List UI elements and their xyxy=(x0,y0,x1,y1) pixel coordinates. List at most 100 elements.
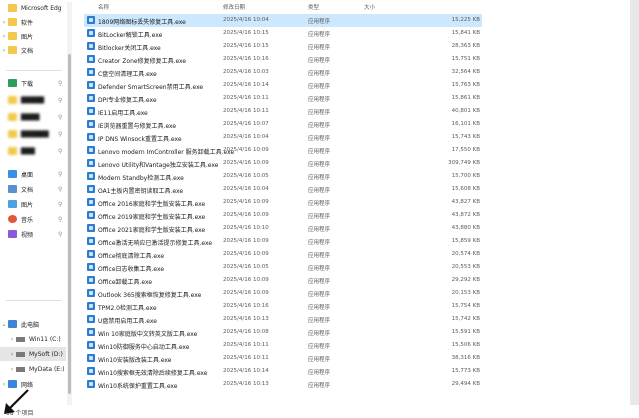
chevron-right-icon[interactable]: › xyxy=(8,366,16,373)
file-row[interactable]: IP DNS Winsock重置工具.exe 2025/4/16 10:04 应用程… xyxy=(84,131,482,144)
exe-file-icon xyxy=(87,315,95,323)
divider xyxy=(6,300,62,301)
file-type: 应用程序 xyxy=(308,227,331,233)
file-row[interactable]: DPI专业修复工具.exe 2025/4/16 10:11 应用程序 15,861 K… xyxy=(84,92,482,105)
scrollbar-thumb[interactable] xyxy=(68,54,71,394)
pin-icon: ⚲ xyxy=(58,200,63,208)
sidebar-item-label: 视频 xyxy=(21,231,34,239)
file-row[interactable]: C盘空间清理工具.exe 2025/4/16 10:03 应用程序 32,564 KB xyxy=(84,66,482,79)
file-row[interactable]: 1809网络图标丢失修复工具.exe 2025/4/16 10:04 应用程序 15,… xyxy=(84,14,482,27)
file-row[interactable]: Modern Standby检测工具.exe 2025/4/16 10:05 应用程… xyxy=(84,170,482,183)
file-row[interactable]: Office 2021家庭和学生版安装工具.exe 2025/4/16 10:10… xyxy=(84,222,482,235)
sidebar-item-desktop[interactable]: 桌面 ⚲ xyxy=(0,167,66,181)
sidebar-item-drive-e[interactable]: › MyData (E:) xyxy=(0,362,66,376)
file-row[interactable]: Office激活无响应已激活提示修复工具.exe 2025/4/16 10:09 应… xyxy=(84,235,482,248)
sidebar-item-blurred[interactable]: █████ ⚲ xyxy=(0,93,66,107)
pin-icon: ⚲ xyxy=(58,147,63,155)
file-size: 309,749 KB xyxy=(448,160,480,166)
sidebar-item-folder-3[interactable]: › 文档 xyxy=(0,43,66,57)
chevron-right-icon[interactable]: › xyxy=(8,351,16,358)
sidebar-item-drive-d[interactable]: › MySoft (D:) xyxy=(0,347,66,361)
file-name: Defender SmartScreen禁用工具.exe xyxy=(98,84,204,91)
chevron-right-icon[interactable]: › xyxy=(0,33,8,40)
file-date: 2025/4/16 10:09 xyxy=(223,290,269,296)
file-row[interactable]: Win 10家庭版中文转英文版工具.exe 2025/4/16 10:08 应用程序… xyxy=(84,326,482,339)
file-row[interactable]: U盘禁用启用工具.exe 2025/4/16 10:13 应用程序 15,742 KB xyxy=(84,313,482,326)
sidebar-item-label: 下载 xyxy=(21,80,34,88)
file-date: 2025/4/16 10:05 xyxy=(223,264,269,270)
file-row[interactable]: Win10系统保护重置工具.exe 2025/4/16 10:13 应用程序 29,4… xyxy=(84,378,482,391)
sidebar-item-folder-2[interactable]: › 图片 xyxy=(0,29,66,43)
sidebar-item-this-pc[interactable]: ⌄ 此电脑 xyxy=(0,317,66,331)
exe-file-icon xyxy=(87,146,95,154)
file-name: IE浏览器重置与修复工具.exe xyxy=(98,123,177,130)
column-header-date[interactable]: 修改日期 xyxy=(223,3,245,11)
chevron-right-icon[interactable]: › xyxy=(0,381,8,388)
sidebar-item-downloads[interactable]: 下载 ⚲ xyxy=(0,76,66,90)
file-row[interactable]: Office 2019家庭和学生版安装工具.exe 2025/4/16 10:09… xyxy=(84,209,482,222)
file-type: 应用程序 xyxy=(308,136,331,142)
column-headers: 名称 修改日期 类型 大小 xyxy=(74,0,639,13)
chevron-down-icon[interactable]: ⌄ xyxy=(0,321,8,328)
file-date: 2025/4/16 10:16 xyxy=(223,303,269,309)
file-row[interactable]: Outlook 365搜索框恢复修复工具.exe 2025/4/16 10:09 应… xyxy=(84,287,482,300)
sidebar-item-blurred[interactable]: ██████ ⚲ xyxy=(0,127,66,141)
exe-file-icon xyxy=(87,198,95,206)
file-row[interactable]: Office 2016家庭和学生版安装工具.exe 2025/4/16 10:09… xyxy=(84,196,482,209)
file-name: IP DNS Winsock重置工具.exe xyxy=(98,136,182,143)
file-row[interactable]: Win10搜索框无效清除后续修复工具.exe 2025/4/16 10:14 应用程… xyxy=(84,365,482,378)
column-header-size[interactable]: 大小 xyxy=(364,3,375,11)
sidebar-item-blurred[interactable]: ████ ⚲ xyxy=(0,110,66,124)
file-row[interactable]: Defender SmartScreen禁用工具.exe 2025/4/16 10… xyxy=(84,79,482,92)
sidebar-item-drive-c[interactable]: › Win11 (C:) xyxy=(0,332,66,346)
exe-file-icon xyxy=(87,380,95,388)
sidebar-item-videos[interactable]: 视频 ⚲ xyxy=(0,227,66,241)
exe-file-icon xyxy=(87,224,95,232)
file-row[interactable]: Office日志收集工具.exe 2025/4/16 10:05 应用程序 20,55… xyxy=(84,261,482,274)
column-header-name[interactable]: 名称 xyxy=(98,3,109,11)
exe-file-icon xyxy=(87,302,95,310)
file-size: 15,608 KB xyxy=(451,186,480,192)
file-date: 2025/4/16 10:03 xyxy=(223,69,269,75)
drive-icon xyxy=(16,366,25,372)
file-row[interactable]: Lenovo Utility和Vantage独立安装工具.exe 2025/4/1… xyxy=(84,157,482,170)
file-row[interactable]: TPM2.0检测工具.exe 2025/4/16 10:16 应用程序 15,754 … xyxy=(84,300,482,313)
file-row[interactable]: Lenovo modern ImController 服务卸载工具.exe 202… xyxy=(84,144,482,157)
file-row[interactable]: OA1主板内置密钥读取工具.exe 2025/4/16 10:04 应用程序 15,6… xyxy=(84,183,482,196)
file-size: 15,591 KB xyxy=(451,329,480,335)
sidebar-item-documents[interactable]: 文档 ⚲ xyxy=(0,182,66,196)
folder-icon xyxy=(8,147,17,155)
exe-file-icon xyxy=(87,172,95,180)
file-row[interactable]: Creator Zone修复修复工具.exe 2025/4/16 10:16 应用程… xyxy=(84,53,482,66)
music-icon xyxy=(8,215,17,223)
file-row[interactable]: BitLocker解锁工具.exe 2025/4/16 10:15 应用程序 15,8… xyxy=(84,27,482,40)
file-row[interactable]: Office彻底清除工具.exe 2025/4/16 10:09 应用程序 20,57… xyxy=(84,248,482,261)
sidebar-item-folder-1[interactable]: › 软件 xyxy=(0,15,66,29)
file-row[interactable]: Win10防御服务中心启动工具.exe 2025/4/16 10:11 应用程序 15… xyxy=(84,339,482,352)
file-date: 2025/4/16 10:11 xyxy=(223,342,269,348)
file-row[interactable]: Office卸载工具.exe 2025/4/16 10:09 应用程序 29,292 … xyxy=(84,274,482,287)
sidebar-item-folder-0[interactable]: Microsoft Edg xyxy=(0,1,66,15)
chevron-right-icon[interactable]: › xyxy=(8,336,16,343)
file-type: 应用程序 xyxy=(308,123,331,129)
exe-file-icon xyxy=(87,354,95,362)
exe-file-icon xyxy=(87,94,95,102)
pin-icon: ⚲ xyxy=(58,113,63,121)
navigation-scrollbar[interactable] xyxy=(67,2,72,405)
column-header-type[interactable]: 类型 xyxy=(308,3,319,11)
file-row[interactable]: Win10安装版改装工具.exe 2025/4/16 10:11 应用程序 38,31… xyxy=(84,352,482,365)
chevron-right-icon[interactable]: › xyxy=(0,19,8,26)
sidebar-item-blurred[interactable]: ███ ⚲ xyxy=(0,144,66,158)
file-size: 43,827 KB xyxy=(451,199,480,205)
file-size: 43,872 KB xyxy=(451,212,480,218)
exe-file-icon xyxy=(87,211,95,219)
sidebar-item-pictures[interactable]: 图片 ⚲ xyxy=(0,197,66,211)
file-row[interactable]: IE11启用工具.exe 2025/4/16 10:11 应用程序 40,801 KB xyxy=(84,105,482,118)
pin-icon: ⚲ xyxy=(58,185,63,193)
file-type: 应用程序 xyxy=(308,71,331,77)
file-date: 2025/4/16 10:15 xyxy=(223,30,269,36)
sidebar-item-music[interactable]: 音乐 ⚲ xyxy=(0,212,66,226)
chevron-right-icon[interactable]: › xyxy=(0,47,8,54)
file-row[interactable]: Bitlocker关闭工具.exe 2025/4/16 10:15 应用程序 28,3… xyxy=(84,40,482,53)
file-row[interactable]: IE浏览器重置与修复工具.exe 2025/4/16 10:07 应用程序 16,10… xyxy=(84,118,482,131)
